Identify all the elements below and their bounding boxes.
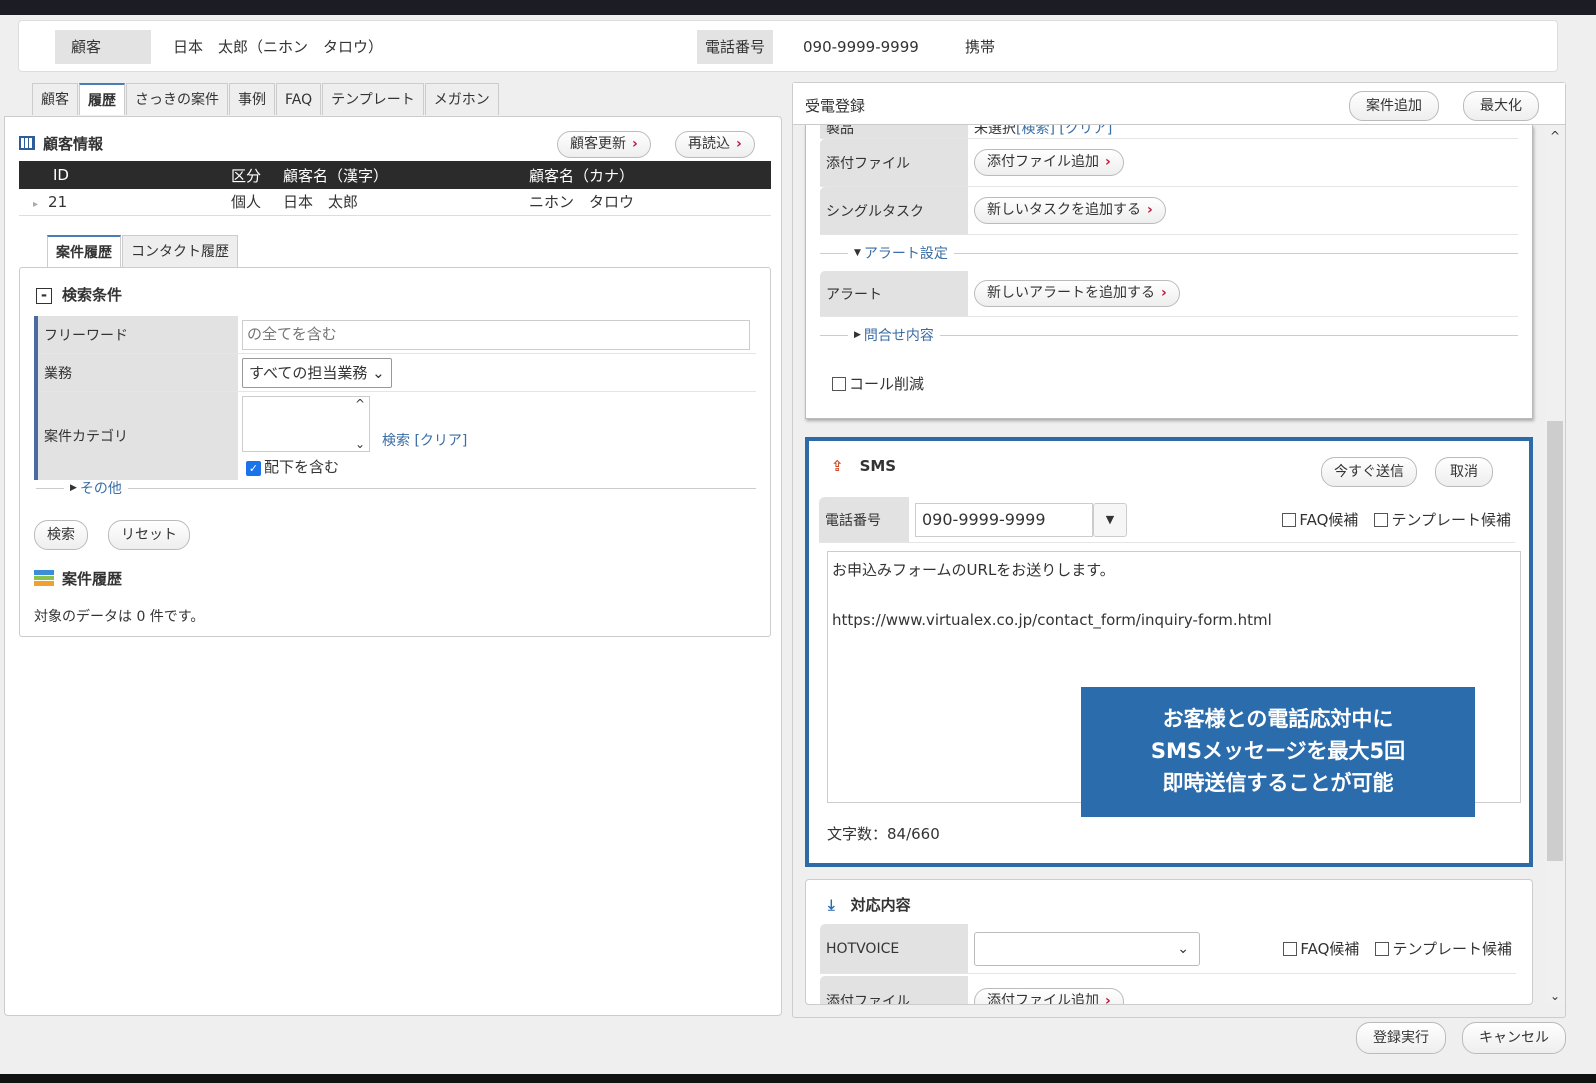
tab-contact-history[interactable]: コンタクト履歴: [122, 235, 238, 267]
cancel-sms-button[interactable]: 取消: [1435, 457, 1493, 487]
response-faq-checkbox[interactable]: FAQ候補: [1283, 938, 1359, 959]
scroll-up-icon: ^: [1550, 129, 1561, 143]
left-panel: 顧客情報 顧客更新 › 再読込 › ID 区分 顧客名（漢字） 顧客名（カナ） ▸ 2…: [4, 116, 782, 1016]
sms-template-checkbox[interactable]: テンプレート候補: [1374, 509, 1511, 530]
response-add-attachment-button[interactable]: 添付ファイル追加 ›: [974, 987, 1124, 1004]
customer-label: 顧客: [55, 30, 151, 64]
search-conditions-title[interactable]: - 検索条件: [36, 284, 122, 305]
list-icon: [34, 570, 54, 586]
call-reduce-checkbox[interactable]: コール削減: [832, 373, 1518, 394]
empty-message: 対象のデータは 0 件です。: [34, 609, 205, 625]
sms-panel: ⇪ SMS 今すぐ送信 取消 電話番号 090-9999-9999 ▼ FAQ候補…: [805, 437, 1533, 867]
add-task-button[interactable]: 新しいタスクを追加する ›: [974, 197, 1166, 224]
history-subtabs: 案件履歴 コンタクト履歴: [47, 235, 239, 267]
customer-info-title: 顧客情報: [19, 133, 103, 154]
tab-megaphone[interactable]: メガホン: [424, 83, 499, 115]
tab-cases[interactable]: 事例: [229, 83, 275, 115]
left-tabs: 顧客 履歴 さっきの案件 事例 FAQ テンプレート メガホン: [32, 83, 500, 115]
case-history-panel: -検索条件 フリーワード 業務 すべての担当業務 ⌄ 案件カテゴリ ^⌄ 検索 …: [19, 267, 771, 637]
submit-button[interactable]: 登録実行: [1356, 1022, 1446, 1054]
response-template-checkbox[interactable]: テンプレート候補: [1375, 938, 1512, 959]
reset-button[interactable]: リセット: [108, 520, 190, 550]
send-now-button[interactable]: 今すぐ送信: [1321, 457, 1417, 487]
table-row[interactable]: ▸ 21 個人 日本 太郎 ニホン タロウ: [19, 189, 771, 215]
cancel-button[interactable]: キャンセル: [1462, 1022, 1566, 1054]
tab-case-history[interactable]: 案件履歴: [47, 235, 121, 267]
sms-phone-input[interactable]: 090-9999-9999: [915, 502, 1093, 537]
feature-callout: お客様との電話応対中に SMSメッセージを最大5回 即時送信することが可能: [1081, 687, 1475, 817]
freeword-input[interactable]: [242, 319, 750, 350]
business-label: 業務: [38, 354, 238, 391]
tab-template[interactable]: テンプレート: [322, 83, 424, 115]
phone-dropdown-button[interactable]: ▼: [1093, 502, 1127, 537]
scroll-down-icon: ⌄: [1550, 989, 1561, 1003]
customer-name: 日本 太郎（ニホン タロウ）: [173, 38, 384, 56]
scrollbar-thumb[interactable]: [1547, 421, 1563, 861]
case-history-title: 案件履歴: [34, 568, 122, 589]
tab-history[interactable]: 履歴: [79, 83, 125, 115]
phone-type: 携帯: [965, 38, 996, 56]
add-alert-button[interactable]: 新しいアラートを追加する ›: [974, 280, 1180, 307]
category-listbox[interactable]: ^ ⌄: [242, 396, 370, 452]
sms-send-icon: ⇪: [831, 457, 844, 475]
category-label: 案件カテゴリ: [38, 392, 238, 480]
customer-update-button[interactable]: 顧客更新 ›: [557, 131, 651, 158]
freeword-label: フリーワード: [38, 316, 238, 353]
inquiry-toggle[interactable]: ▶ 問合せ内容: [820, 317, 1518, 353]
window-titlebar: [0, 0, 1596, 15]
category-search-link[interactable]: 検索 [クリア]: [382, 430, 467, 450]
add-attachment-button[interactable]: 添付ファイル追加 ›: [974, 149, 1124, 176]
sms-faq-checkbox[interactable]: FAQ候補: [1282, 509, 1358, 530]
maximize-button[interactable]: 最大化: [1463, 91, 1539, 121]
alert-settings-toggle[interactable]: ▼ アラート設定: [820, 235, 1518, 271]
business-select[interactable]: すべての担当業務 ⌄: [242, 357, 392, 388]
char-count: 文字数：84/660: [827, 825, 940, 843]
table-icon: [19, 136, 35, 150]
search-button[interactable]: 検索: [34, 520, 88, 550]
chevron-down-icon: ⌄: [372, 363, 385, 382]
chevron-down-icon: ⌄: [1177, 940, 1189, 957]
case-form: 製品 未選択[検索] [クリア] 添付ファイル 添付ファイル追加 › シングルタスク…: [805, 125, 1533, 419]
other-toggle[interactable]: ▶ その他: [36, 476, 756, 500]
phone-value: 090-9999-9999: [803, 38, 919, 56]
customer-table: ID 区分 顧客名（漢字） 顧客名（カナ） ▸ 21 個人 日本 太郎 ニホン タ…: [19, 161, 771, 216]
include-sub-checkbox[interactable]: ✓ 配下を含む: [246, 456, 339, 477]
response-panel: ⤓ 対応内容 HOTVOICE ⌄ FAQ候補 テンプレート候補 添付ファイル 添…: [805, 879, 1533, 1005]
reload-button[interactable]: 再読込 ›: [675, 131, 755, 158]
collapse-icon: -: [36, 288, 52, 304]
tab-customer[interactable]: 顧客: [32, 83, 78, 115]
expand-icon[interactable]: ▸: [33, 199, 38, 210]
scrollbar[interactable]: ^ ⌄: [1545, 125, 1565, 1005]
response-title: ⤓ 対応内容: [828, 896, 911, 914]
sms-title: ⇪ SMS: [831, 457, 897, 475]
taskbar: [0, 1074, 1596, 1083]
search-form: フリーワード 業務 すべての担当業務 ⌄ 案件カテゴリ ^⌄ 検索 [クリア] …: [34, 316, 756, 480]
customer-header: 顧客 日本 太郎（ニホン タロウ） 電話番号 090-9999-9999 携帯: [18, 20, 1558, 72]
table-header: ID 区分 顧客名（漢字） 顧客名（カナ）: [19, 161, 771, 189]
hotvoice-select[interactable]: ⌄: [974, 931, 1200, 966]
right-panel: 受電登録 案件追加 最大化 ^ ⌄ 製品 未選択[検索] [クリア] 添付ファイ…: [792, 82, 1566, 1018]
tab-faq[interactable]: FAQ: [276, 83, 322, 115]
add-case-button[interactable]: 案件追加: [1349, 91, 1439, 121]
incoming-call-icon: ⤓: [828, 896, 835, 914]
phone-label: 電話番号: [697, 30, 774, 64]
tab-recent-cases[interactable]: さっきの案件: [126, 83, 228, 115]
call-registration-title: 受電登録: [805, 97, 866, 115]
